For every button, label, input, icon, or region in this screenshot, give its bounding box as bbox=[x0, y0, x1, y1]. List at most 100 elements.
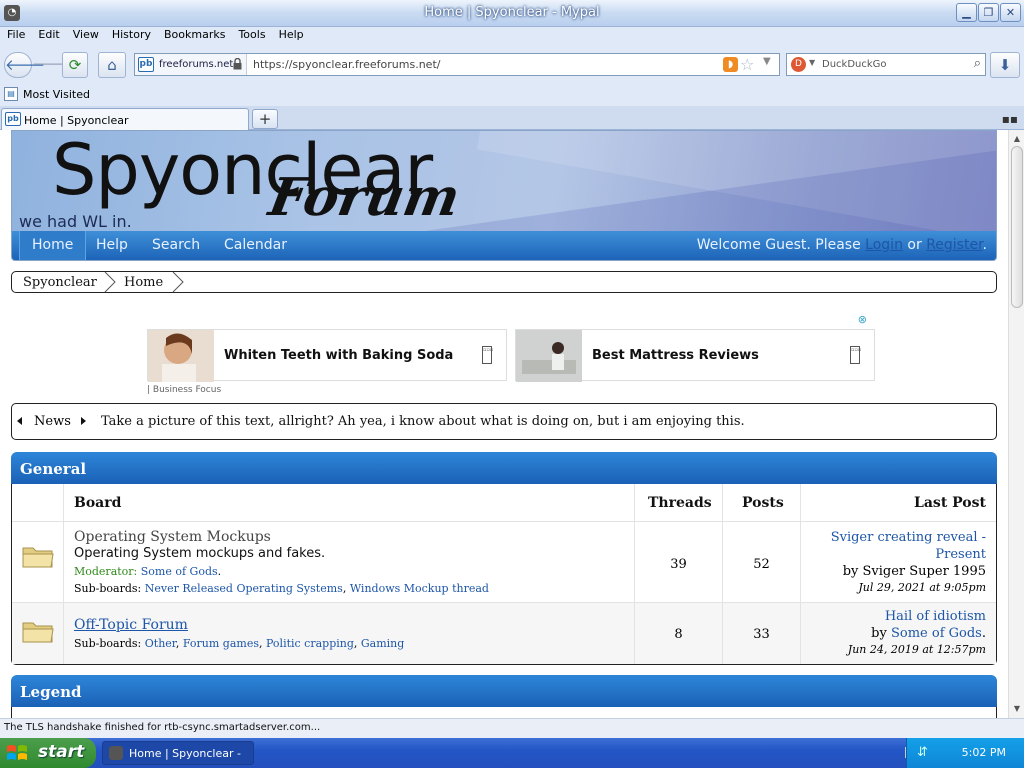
last-post-link[interactable]: Hail of idiotism bbox=[801, 608, 986, 625]
search-engine-dropdown-icon[interactable]: ▼ bbox=[809, 58, 815, 67]
taskbar-item-label: Home | Spyonclear - ... bbox=[129, 747, 241, 773]
close-button[interactable]: ✕ bbox=[1000, 3, 1021, 22]
taskbar-item-browser[interactable]: Home | Spyonclear - ... bbox=[102, 741, 254, 773]
last-post-date: Jul 29, 2021 at 9:05pm bbox=[858, 581, 986, 594]
menu-bookmarks[interactable]: Bookmarks bbox=[157, 27, 231, 41]
board-name[interactable]: Operating System Mockups bbox=[74, 529, 271, 545]
menu-edit[interactable]: Edit bbox=[31, 27, 65, 41]
ad-title[interactable]: Best Mattress Reviews bbox=[592, 348, 759, 363]
back-button[interactable]: 🡐 bbox=[4, 52, 45, 78]
ad-image bbox=[148, 330, 214, 382]
restore-button[interactable]: ❐ bbox=[978, 3, 999, 22]
subboard-link[interactable]: Politic crapping bbox=[266, 637, 354, 650]
nav-search[interactable]: Search bbox=[152, 237, 200, 253]
network-icon[interactable]: ⇵ bbox=[917, 745, 928, 760]
reload-button[interactable]: ⟳ bbox=[62, 52, 88, 78]
breadcrumb: Spyonclear Home bbox=[11, 271, 997, 293]
home-button[interactable]: ⌂ bbox=[98, 52, 126, 78]
login-link[interactable]: Login bbox=[865, 237, 903, 253]
welcome-or: or bbox=[907, 237, 922, 253]
menu-history[interactable]: History bbox=[105, 27, 157, 41]
ad-mattress[interactable]: Best Mattress Reviews ▫▫▫ bbox=[515, 329, 875, 382]
nav-calendar[interactable]: Calendar bbox=[224, 237, 287, 253]
subboard-link[interactable]: Never Released Operating Systems bbox=[145, 582, 343, 595]
scroll-down-icon[interactable]: ▼ bbox=[1010, 702, 1024, 716]
minimize-button[interactable]: ▁ bbox=[956, 3, 977, 22]
last-post-author: by Sviger Super 1995 bbox=[842, 564, 986, 579]
page-content: Spyonclear Forum we had WL in. Home Help… bbox=[0, 130, 1008, 718]
ad-info-icon[interactable]: ▫▫▫ bbox=[482, 346, 493, 364]
ad-title[interactable]: Whiten Teeth with Baking Soda bbox=[224, 348, 453, 363]
page-scrollbar[interactable]: ▲ ▼ bbox=[1008, 130, 1024, 718]
duckduckgo-icon[interactable]: D bbox=[791, 57, 806, 72]
tab-list-icon[interactable]: ▪▪ bbox=[1002, 112, 1018, 126]
board-last-post: Hail of idiotism by Some of Gods. Jun 24… bbox=[801, 603, 996, 664]
url-text[interactable]: https://spyonclear.freeforums.net/ bbox=[253, 58, 440, 71]
board-name[interactable]: Off-Topic Forum bbox=[74, 617, 188, 633]
clock[interactable]: 5:02 PM bbox=[962, 746, 1006, 759]
url-bar[interactable]: pb freeforums.net https://spyonclear.fre… bbox=[134, 53, 780, 76]
ad-teeth[interactable]: Whiten Teeth with Baking Soda ▫▫▫ bbox=[147, 329, 507, 382]
category-general-table: Board Threads Posts Last Post Operating … bbox=[11, 484, 997, 665]
board-threads: 8 bbox=[635, 603, 723, 664]
subboard-link[interactable]: Forum games bbox=[183, 637, 259, 650]
moderator-label: Moderator: bbox=[74, 565, 138, 578]
adchoices-icon[interactable]: ⊗ bbox=[858, 313, 867, 326]
subboard-link[interactable]: Windows Mockup thread bbox=[350, 582, 489, 595]
subboard-link[interactable]: Gaming bbox=[361, 637, 404, 650]
mypal-taskbar-icon bbox=[109, 746, 123, 760]
table-row: Off-Topic Forum Sub-boards: Other, Forum… bbox=[12, 603, 996, 664]
category-general-header: General bbox=[11, 452, 997, 484]
scroll-up-icon[interactable]: ▲ bbox=[1010, 132, 1024, 146]
category-title[interactable]: General bbox=[20, 460, 86, 478]
search-input[interactable]: DuckDuckGo bbox=[822, 59, 887, 70]
welcome-message: Welcome Guest. Please Login or Register. bbox=[697, 237, 987, 253]
start-button[interactable]: start bbox=[0, 738, 96, 768]
windows-logo-icon bbox=[7, 745, 27, 760]
menu-file[interactable]: File bbox=[0, 27, 31, 41]
header-threads: Threads bbox=[648, 495, 712, 511]
board-icon-cell bbox=[12, 603, 64, 664]
scrollbar-thumb[interactable] bbox=[1011, 146, 1023, 308]
news-next-icon[interactable] bbox=[81, 417, 86, 425]
search-box[interactable]: D ▼ DuckDuckGo ⌕ bbox=[786, 53, 986, 76]
tab-home-spyonclear[interactable]: pb Home | Spyonclear bbox=[1, 108, 249, 130]
bookmark-star-icon[interactable]: ☆ bbox=[740, 55, 754, 74]
menu-bar: File Edit View History Bookmarks Tools Help bbox=[0, 27, 1024, 46]
header-board: Board bbox=[74, 495, 122, 511]
menu-help[interactable]: Help bbox=[272, 27, 310, 41]
forward-button[interactable]: 🡒 bbox=[32, 52, 72, 78]
bookmark-most-visited[interactable]: Most Visited bbox=[23, 88, 90, 101]
last-post-link[interactable]: Sviger creating reveal - Present bbox=[801, 529, 986, 563]
ad-unit: ⊗ Whiten Teeth with Baking Soda ▫▫▫ Best… bbox=[147, 313, 875, 395]
last-post-author[interactable]: Some of Gods bbox=[891, 626, 982, 641]
url-dropdown-icon[interactable]: ▼ bbox=[763, 56, 771, 67]
board-icon-cell bbox=[12, 522, 64, 602]
header-posts-cell: Posts bbox=[723, 484, 801, 521]
nav-home[interactable]: Home bbox=[19, 231, 87, 260]
nav-help[interactable]: Help bbox=[96, 237, 128, 253]
header-posts: Posts bbox=[742, 495, 784, 511]
folder-icon bbox=[22, 622, 54, 643]
menu-tools[interactable]: Tools bbox=[231, 27, 271, 41]
download-arrow-icon: ⬇ bbox=[998, 56, 1012, 74]
downloads-button[interactable]: ⬇ bbox=[990, 52, 1020, 78]
new-tab-button[interactable]: + bbox=[252, 109, 278, 129]
breadcrumb-spyonclear[interactable]: Spyonclear bbox=[23, 275, 97, 290]
navigation-toolbar: 🡐 🡒 ⟳ ⌂ pb freeforums.net https://spyonc… bbox=[0, 46, 1024, 84]
menu-view[interactable]: View bbox=[66, 27, 105, 41]
search-magnifier-icon[interactable]: ⌕ bbox=[974, 56, 981, 71]
site-identity-button[interactable]: pb freeforums.net bbox=[135, 54, 247, 75]
rss-feed-icon[interactable]: ◗ bbox=[723, 57, 738, 72]
news-prev-icon[interactable] bbox=[17, 417, 22, 425]
moderator-link[interactable]: Some of Gods bbox=[141, 565, 218, 578]
folder-icon bbox=[22, 547, 54, 568]
table-header-row: Board Threads Posts Last Post bbox=[12, 484, 996, 522]
breadcrumb-home[interactable]: Home bbox=[124, 275, 163, 290]
register-link[interactable]: Register bbox=[926, 237, 982, 253]
board-threads: 39 bbox=[635, 522, 723, 602]
board-subboards: Sub-boards: Other, Forum games, Politic … bbox=[74, 637, 405, 650]
ad-info-icon[interactable]: ▫▫▫ bbox=[850, 346, 861, 364]
subboard-link[interactable]: Other bbox=[145, 637, 176, 650]
tab-bar: pb Home | Spyonclear + ▪▪ bbox=[0, 106, 1024, 130]
